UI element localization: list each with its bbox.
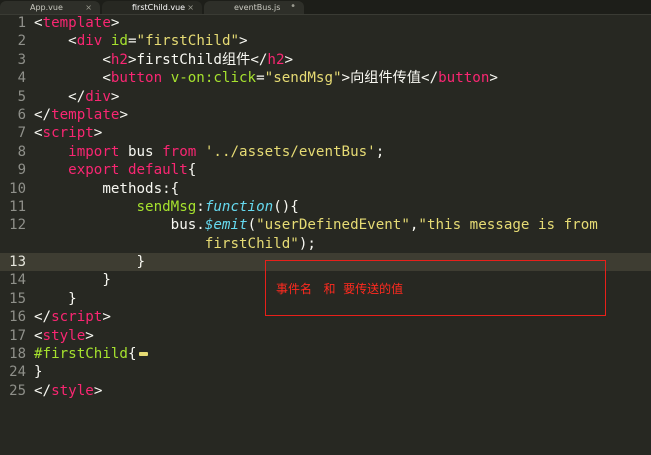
line-number: 6: [17, 106, 26, 123]
close-icon[interactable]: ×: [85, 1, 92, 14]
code-text: <h2>firstChild组件</h2>: [102, 51, 294, 68]
line-number: 3: [17, 51, 26, 68]
code-line: 5 </div>: [0, 88, 651, 106]
tab-app-vue[interactable]: App.vue ×: [0, 1, 100, 14]
code-text: <button v-on:click="sendMsg">向组件传值</butt…: [102, 70, 498, 87]
code-line: 4 <button v-on:click="sendMsg">向组件传值</bu…: [0, 69, 651, 87]
line-number: 24: [9, 364, 26, 381]
line-number: 4: [17, 70, 26, 87]
tab-label: firstChild.vue: [132, 3, 186, 12]
annotation-box: 事件名 和 要传送的值: [265, 260, 606, 316]
code-text: <style>: [34, 327, 94, 344]
code-line: 9 export default{: [0, 161, 651, 179]
code-text: import bus from '../assets/eventBus';: [68, 143, 385, 160]
code-line: 2 <div id="firstChild">: [0, 32, 651, 50]
code-line: 12 bus.$emit("userDefinedEvent","this me…: [0, 216, 651, 234]
line-number: 7: [17, 125, 26, 142]
code-text: </script>: [34, 309, 111, 326]
code-line: 17 <style>: [0, 327, 651, 345]
code-text: <script>: [34, 125, 103, 142]
annotation-text: 事件名 和 要传送的值: [276, 282, 404, 296]
line-number: 14: [9, 272, 26, 289]
tab-label: App.vue: [30, 3, 63, 12]
code-text: }: [102, 272, 111, 289]
code-line: 11 sendMsg:function(){: [0, 198, 651, 216]
code-text: <div id="firstChild">: [68, 33, 248, 50]
line-number: 2: [17, 33, 26, 50]
code-text: }: [68, 290, 77, 307]
line-number: 16: [9, 309, 26, 326]
code-text: firstChild");: [204, 235, 316, 252]
line-number: 25: [9, 382, 26, 399]
code-editor[interactable]: 1 <template> 2 <div id="firstChild"> 3 <…: [0, 14, 651, 405]
line-number: 1: [17, 15, 26, 31]
line-number: 12: [9, 217, 26, 234]
code-text: export default{: [68, 162, 197, 179]
code-line: 3 <h2>firstChild组件</h2>: [0, 51, 651, 69]
line-number: 11: [9, 198, 26, 215]
tab-bar: App.vue × firstChild.vue × eventBus.js •: [0, 0, 651, 15]
code-text: bus.$emit("userDefinedEvent","this messa…: [170, 217, 598, 234]
code-text: #firstChild{: [34, 345, 148, 363]
code-text: }: [34, 364, 43, 381]
tab-label: eventBus.js: [234, 3, 281, 12]
tab-firstchild-vue[interactable]: firstChild.vue ×: [102, 1, 202, 14]
code-text: }: [136, 254, 146, 271]
code-text: </style>: [34, 382, 103, 399]
line-number: 17: [9, 327, 26, 344]
tab-eventbus-js[interactable]: eventBus.js •: [204, 1, 304, 14]
code-text: </div>: [68, 88, 120, 105]
code-line: 6 </template>: [0, 106, 651, 124]
code-line-wrapped: firstChild");: [0, 235, 651, 253]
code-line: 25 </style>: [0, 382, 651, 400]
code-text: methods:{: [102, 180, 180, 197]
line-number: 9: [17, 162, 26, 179]
code-line: 7 <script>: [0, 124, 651, 142]
close-icon[interactable]: ×: [187, 1, 194, 14]
code-text: </template>: [34, 106, 128, 123]
code-line: 8 import bus from '../assets/eventBus';: [0, 143, 651, 161]
code-text: <template>: [34, 15, 120, 31]
code-text: sendMsg:function(){: [136, 198, 299, 215]
line-number: 8: [17, 143, 26, 160]
line-number: 15: [9, 290, 26, 307]
folded-code-icon[interactable]: [138, 352, 148, 357]
code-line: 1 <template>: [0, 14, 651, 32]
line-number: 5: [17, 88, 26, 105]
line-number: 10: [9, 180, 26, 197]
unsaved-dot-icon[interactable]: •: [290, 1, 296, 13]
code-line: 24 }: [0, 363, 651, 381]
code-line: 18 #firstChild{: [0, 345, 651, 363]
code-line: 10 methods:{: [0, 180, 651, 198]
line-number: 13: [9, 254, 26, 271]
line-number: 18: [9, 346, 26, 363]
